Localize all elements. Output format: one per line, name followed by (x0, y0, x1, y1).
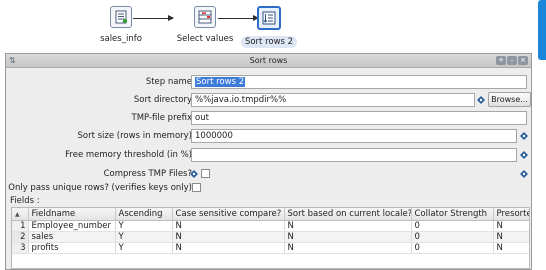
row-number: 3 (12, 242, 29, 254)
row-number-header[interactable]: ▲ (12, 208, 29, 221)
table-row[interactable]: 1 Employee_number Y N N 0 N (12, 220, 529, 232)
column-header-presorted[interactable]: Presorted? (493, 208, 529, 221)
dialog-title: Sort rows (249, 56, 288, 65)
select-values-icon (194, 6, 216, 28)
transformation-canvas: sales_info Select values Sort rows 2 (0, 0, 546, 60)
sort-rows-icon (257, 6, 281, 30)
unique-rows-checkbox[interactable] (192, 183, 201, 192)
variable-diamond-icon[interactable] (190, 170, 198, 178)
column-header-ascending[interactable]: Ascending (115, 208, 173, 221)
table-cell[interactable]: N (493, 220, 529, 232)
row-number: 2 (12, 231, 29, 243)
step-sort-rows-2[interactable]: Sort rows 2 (229, 6, 309, 48)
free-memory-row: Free memory threshold (in %) (6, 148, 533, 162)
fields-table[interactable]: ▲ Fieldname Ascending Case sensitive com… (11, 207, 530, 269)
variable-diamond-icon[interactable] (520, 170, 528, 178)
sort-size-label: Sort size (rows in memory) (77, 131, 193, 141)
browse-button[interactable]: Browse... (488, 92, 531, 107)
table-cell[interactable]: Y (115, 242, 173, 254)
compress-label: Compress TMP Files? (103, 169, 192, 179)
dialog-titlebar[interactable]: ⇅ Sort rows + – × (6, 54, 531, 68)
table-cell[interactable]: profits (28, 242, 116, 254)
table-cell[interactable]: 0 (411, 231, 494, 243)
table-cell[interactable]: Y (115, 231, 173, 243)
tmp-prefix-row: TMP-file prefix out (6, 111, 533, 125)
sort-rows-dialog: ⇅ Sort rows + – × Step name Sort rows 2 … (5, 53, 532, 270)
table-cell[interactable]: Employee_number (28, 220, 116, 232)
column-header-fieldname[interactable]: Fieldname (28, 208, 116, 221)
minimize-button[interactable]: – (507, 56, 517, 65)
close-button[interactable]: × (518, 56, 528, 65)
table-row[interactable]: 2 sales Y N N 0 N (12, 231, 529, 243)
table-cell[interactable]: sales (28, 231, 116, 243)
table-cell[interactable]: 0 (411, 242, 494, 254)
sort-directory-input[interactable]: %%java.io.tmpdir%% (191, 93, 475, 107)
tmp-prefix-label: TMP-file prefix (131, 113, 193, 123)
step-name-label: Step name (145, 77, 192, 87)
step-name-row: Step name Sort rows 2 (6, 75, 533, 89)
variable-diamond-icon[interactable] (520, 132, 528, 140)
table-cell[interactable]: N (172, 231, 285, 243)
table-cell[interactable]: N (172, 242, 285, 254)
step-sales-info[interactable]: sales_info (81, 6, 161, 44)
table-row[interactable]: 3 profits Y N N 0 N (12, 242, 529, 254)
free-memory-input[interactable] (191, 148, 517, 162)
step-label: sales_info (100, 34, 142, 44)
variable-diamond-icon[interactable] (477, 96, 485, 104)
table-cell[interactable]: N (284, 242, 412, 254)
step-name-input[interactable]: Sort rows 2 (191, 75, 527, 89)
unique-rows-row: Only pass unique rows? (verifies keys on… (6, 181, 533, 195)
side-panel-edge[interactable] (538, 0, 546, 60)
sort-arrow-icon: ▲ (15, 210, 20, 218)
fields-section-label: Fields : (10, 196, 40, 206)
tmp-prefix-input[interactable]: out (191, 111, 527, 125)
sort-directory-label: Sort directory (133, 95, 192, 105)
unique-rows-label: Only pass unique rows? (verifies keys on… (8, 183, 192, 193)
row-number: 1 (12, 220, 29, 232)
column-header-case-sensitive[interactable]: Case sensitive compare? (172, 208, 285, 221)
compress-row: Compress TMP Files? (6, 167, 533, 181)
sort-size-input[interactable]: 1000000 (191, 129, 517, 143)
compress-checkbox[interactable] (201, 169, 210, 178)
column-header-locale[interactable]: Sort based on current locale? (284, 208, 412, 221)
table-cell[interactable]: Y (115, 220, 173, 232)
column-header-collator[interactable]: Collator Strength (411, 208, 494, 221)
table-header-row: ▲ Fieldname Ascending Case sensitive com… (12, 208, 529, 221)
sort-directory-row: Sort directory %%java.io.tmpdir%% Browse… (6, 92, 533, 107)
table-cell[interactable]: N (493, 242, 529, 254)
table-cell[interactable]: N (172, 220, 285, 232)
sort-size-row: Sort size (rows in memory) 1000000 (6, 129, 533, 143)
table-cell[interactable]: N (284, 220, 412, 232)
free-memory-label: Free memory threshold (in %) (65, 150, 192, 160)
step-name-value: Sort rows 2 (195, 77, 246, 87)
text-file-input-icon (110, 6, 132, 28)
table-cell[interactable]: N (284, 231, 412, 243)
table-cell[interactable]: 0 (411, 220, 494, 232)
step-label: Sort rows 2 (240, 36, 298, 48)
table-cell[interactable]: N (493, 231, 529, 243)
variable-diamond-icon[interactable] (520, 151, 528, 159)
maximize-button[interactable]: + (496, 56, 506, 65)
